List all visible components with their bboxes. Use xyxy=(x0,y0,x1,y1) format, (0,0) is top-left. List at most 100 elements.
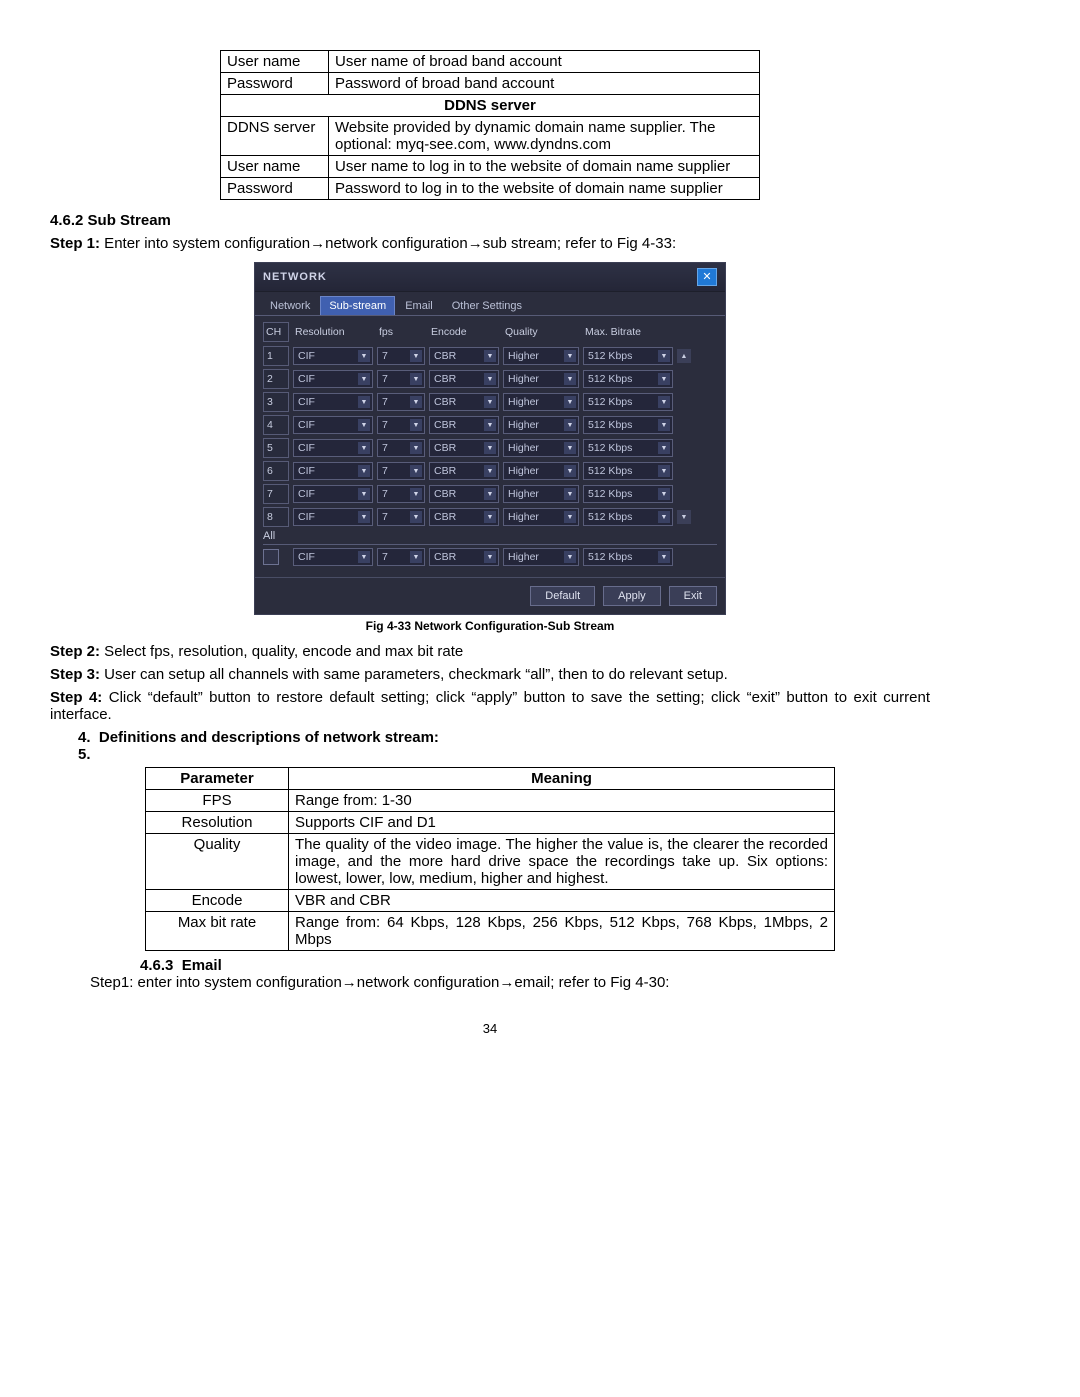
resolution-select[interactable]: CIF▼ xyxy=(293,439,373,457)
ch-cell: 5 xyxy=(263,438,289,458)
chevron-down-icon: ▼ xyxy=(410,373,422,385)
cell: DDNS server xyxy=(221,117,329,156)
resolution-select[interactable]: CIF▼ xyxy=(293,347,373,365)
encode-select[interactable]: CBR▼ xyxy=(429,439,499,457)
quality-select[interactable]: Higher▼ xyxy=(503,347,579,365)
all-bitrate-select[interactable]: 512 Kbps▼ xyxy=(583,548,673,566)
ch-cell: 7 xyxy=(263,484,289,504)
resolution-select[interactable]: CIF▼ xyxy=(293,416,373,434)
window-titlebar: NETWORK ✕ xyxy=(255,263,725,292)
param-meaning: The quality of the video image. The high… xyxy=(289,834,835,890)
section-463-title: Email xyxy=(182,957,222,974)
all-encode-select[interactable]: CBR▼ xyxy=(429,548,499,566)
chevron-down-icon: ▼ xyxy=(358,396,370,408)
step-3-text: User can setup all channels with same pa… xyxy=(100,666,728,683)
quality-select[interactable]: Higher▼ xyxy=(503,393,579,411)
quality-select[interactable]: Higher▼ xyxy=(503,370,579,388)
step-4: Step 4: Click “default” button to restor… xyxy=(50,689,930,723)
bullet-4-num: 4. xyxy=(78,729,91,746)
resolution-select[interactable]: CIF▼ xyxy=(293,370,373,388)
chevron-down-icon: ▼ xyxy=(358,551,370,563)
fps-select[interactable]: 7▼ xyxy=(377,439,425,457)
header-encode: Encode xyxy=(429,326,499,338)
encode-select[interactable]: CBR▼ xyxy=(429,485,499,503)
chevron-down-icon: ▼ xyxy=(410,350,422,362)
close-icon[interactable]: ✕ xyxy=(697,268,717,286)
apply-button[interactable]: Apply xyxy=(603,586,661,606)
bitrate-select[interactable]: 512 Kbps▼ xyxy=(583,439,673,457)
bitrate-select[interactable]: 512 Kbps▼ xyxy=(583,462,673,480)
scroll-up-icon[interactable]: ▲ xyxy=(677,349,691,363)
all-resolution-select[interactable]: CIF▼ xyxy=(293,548,373,566)
table-row: ResolutionSupports CIF and D1 xyxy=(146,812,835,834)
grid-all-row: CIF▼ 7▼ CBR▼ Higher▼ 512 Kbps▼ xyxy=(263,544,717,566)
encode-select[interactable]: CBR▼ xyxy=(429,370,499,388)
quality-select[interactable]: Higher▼ xyxy=(503,462,579,480)
bitrate-select[interactable]: 512 Kbps▼ xyxy=(583,347,673,365)
scroll-down-icon[interactable]: ▼ xyxy=(677,510,691,524)
cell: User name of broad band account xyxy=(329,51,760,73)
bitrate-select[interactable]: 512 Kbps▼ xyxy=(583,508,673,526)
chevron-down-icon: ▼ xyxy=(564,488,576,500)
chevron-down-icon: ▼ xyxy=(564,442,576,454)
tab-sub-stream[interactable]: Sub-stream xyxy=(320,296,395,315)
ch-cell: 3 xyxy=(263,392,289,412)
resolution-select[interactable]: CIF▼ xyxy=(293,508,373,526)
grid-row: 4CIF▼7▼CBR▼Higher▼512 Kbps▼ xyxy=(263,415,717,435)
ddns-account-table: User nameUser name of broad band account… xyxy=(220,50,760,200)
step-3-lead: Step 3: xyxy=(50,666,100,683)
param-meaning: Range from: 64 Kbps, 128 Kbps, 256 Kbps,… xyxy=(289,912,835,951)
table-row: QualityThe quality of the video image. T… xyxy=(146,834,835,890)
chevron-down-icon: ▼ xyxy=(484,511,496,523)
tab-email[interactable]: Email xyxy=(396,296,442,315)
quality-select[interactable]: Higher▼ xyxy=(503,508,579,526)
tab-network[interactable]: Network xyxy=(261,296,319,315)
fps-select[interactable]: 7▼ xyxy=(377,508,425,526)
resolution-select[interactable]: CIF▼ xyxy=(293,462,373,480)
step-4-lead: Step 4: xyxy=(50,689,102,706)
fps-select[interactable]: 7▼ xyxy=(377,370,425,388)
encode-select[interactable]: CBR▼ xyxy=(429,416,499,434)
fps-select[interactable]: 7▼ xyxy=(377,462,425,480)
fps-select[interactable]: 7▼ xyxy=(377,485,425,503)
quality-select[interactable]: Higher▼ xyxy=(503,439,579,457)
resolution-select[interactable]: CIF▼ xyxy=(293,393,373,411)
step-1-text: Enter into system configuration→network … xyxy=(100,235,676,252)
grid-row: 6CIF▼7▼CBR▼Higher▼512 Kbps▼ xyxy=(263,461,717,481)
chevron-down-icon: ▼ xyxy=(410,442,422,454)
default-button[interactable]: Default xyxy=(530,586,595,606)
encode-select[interactable]: CBR▼ xyxy=(429,508,499,526)
encode-select[interactable]: CBR▼ xyxy=(429,347,499,365)
fps-select[interactable]: 7▼ xyxy=(377,393,425,411)
fps-select[interactable]: 7▼ xyxy=(377,416,425,434)
all-checkbox[interactable] xyxy=(263,549,279,565)
quality-select[interactable]: Higher▼ xyxy=(503,485,579,503)
chevron-down-icon: ▼ xyxy=(358,373,370,385)
chevron-down-icon: ▼ xyxy=(658,551,670,563)
encode-select[interactable]: CBR▼ xyxy=(429,393,499,411)
tab-other-settings[interactable]: Other Settings xyxy=(443,296,531,315)
chevron-down-icon: ▼ xyxy=(658,488,670,500)
header-max-bitrate: Max. Bitrate xyxy=(583,326,673,338)
quality-select[interactable]: Higher▼ xyxy=(503,416,579,434)
step-4-text: Click “default” button to restore defaul… xyxy=(50,689,930,723)
chevron-down-icon: ▼ xyxy=(484,488,496,500)
chevron-down-icon: ▼ xyxy=(410,551,422,563)
bitrate-select[interactable]: 512 Kbps▼ xyxy=(583,370,673,388)
chevron-down-icon: ▼ xyxy=(658,419,670,431)
bitrate-select[interactable]: 512 Kbps▼ xyxy=(583,416,673,434)
window-title: NETWORK xyxy=(263,271,327,283)
resolution-select[interactable]: CIF▼ xyxy=(293,485,373,503)
exit-button[interactable]: Exit xyxy=(669,586,717,606)
bitrate-select[interactable]: 512 Kbps▼ xyxy=(583,393,673,411)
section-heading-email: 4.6.3 Email xyxy=(140,957,930,974)
fps-select[interactable]: 7▼ xyxy=(377,347,425,365)
bitrate-select[interactable]: 512 Kbps▼ xyxy=(583,485,673,503)
chevron-down-icon: ▼ xyxy=(564,419,576,431)
cell: User name to log in to the website of do… xyxy=(329,156,760,178)
chevron-down-icon: ▼ xyxy=(564,373,576,385)
all-fps-select[interactable]: 7▼ xyxy=(377,548,425,566)
all-quality-select[interactable]: Higher▼ xyxy=(503,548,579,566)
encode-select[interactable]: CBR▼ xyxy=(429,462,499,480)
all-label: All xyxy=(263,530,717,542)
